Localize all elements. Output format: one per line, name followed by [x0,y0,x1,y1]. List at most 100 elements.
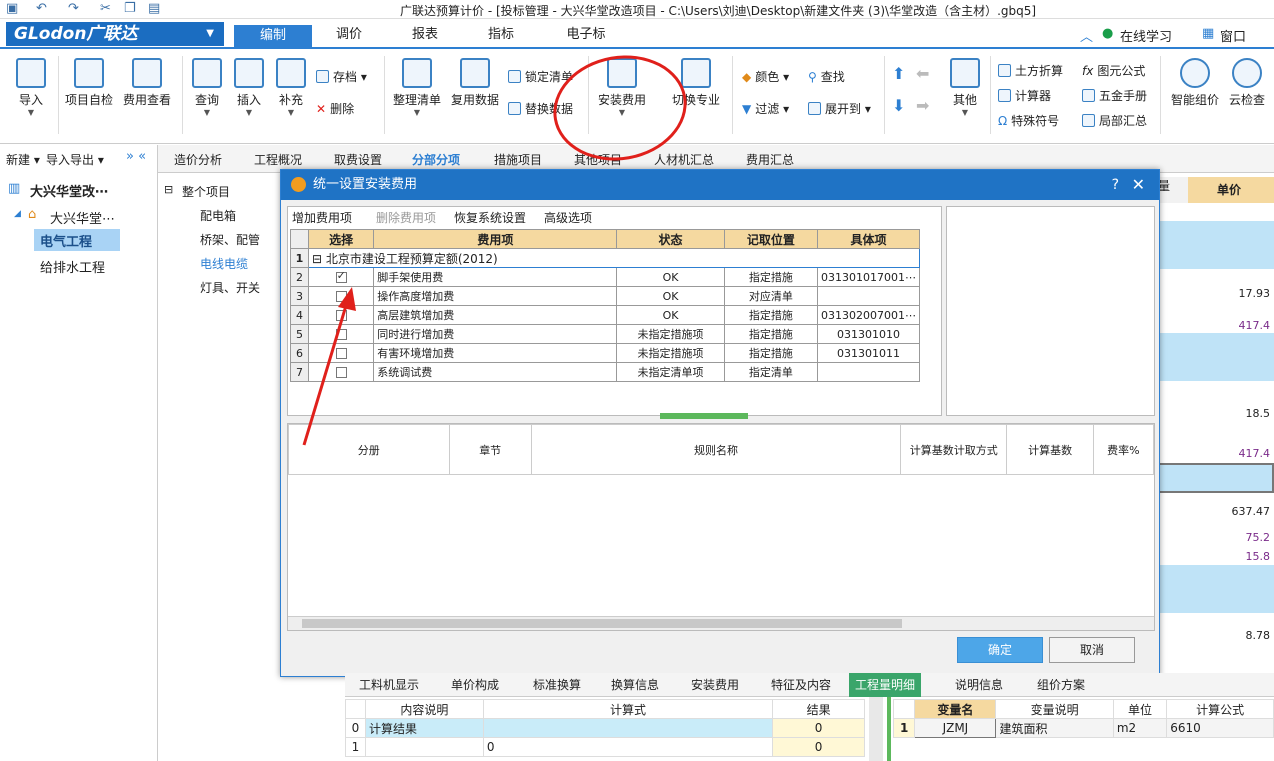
tab-standard-conversion[interactable]: 标准换算 [533,676,581,693]
smart-price-button[interactable]: 智能组价 [1168,58,1222,108]
move-right-icon[interactable]: ➡ [916,96,929,115]
grid-cell[interactable]: 417.4 [1154,447,1274,460]
position-cell[interactable]: 指定清单 [723,362,818,382]
tab-project-overview[interactable]: 工程概况 [254,151,302,168]
scrollbar-thumb[interactable] [302,619,902,628]
save-archive-button[interactable]: 存档 ▾ [316,68,367,85]
query-button[interactable]: 查询 ▼ [188,58,226,117]
organize-list-button[interactable]: 整理清单 ▼ [390,58,444,117]
move-down-icon[interactable]: ⬇ [892,96,905,115]
restore-system-button[interactable]: 恢复系统设置 [454,209,526,226]
desc-cell[interactable] [364,737,484,757]
hardware-manual-button[interactable]: 五金手册 [1082,87,1147,104]
tab-adjust-price[interactable]: 调价 [316,24,382,48]
help-button[interactable]: ? [1112,170,1119,200]
table-row-group[interactable]: 1 ⊟ 北京市建设工程预算定额(2012) [290,248,921,268]
redo-icon[interactable]: ↷ [68,1,79,16]
table-row[interactable]: 2 脚手架使用费 OK 指定措施 031301017001⋯ [290,267,921,287]
save-icon[interactable]: ▣ [6,1,18,16]
specific-item-cell[interactable] [816,286,921,306]
tree-node-distribution-box[interactable]: 配电箱 [200,207,236,224]
table-row[interactable]: 4 高层建筑增加费 OK 指定措施 031302007001⋯ [290,305,921,325]
position-cell[interactable]: 对应清单 [723,286,818,306]
collapse-box-icon[interactable]: ⊟ [164,183,173,196]
splitter-bar[interactable] [869,697,883,761]
grid-cell[interactable]: 417.4 [1154,319,1274,332]
grid-cell[interactable]: 8.78 [1154,629,1274,642]
tree-project[interactable]: 大兴华堂改⋯ [30,181,108,200]
table-row[interactable]: 3 操作高度增加费 OK 对应清单 [290,286,921,306]
specific-item-cell[interactable] [816,362,921,382]
move-up-icon[interactable]: ⬆ [892,64,905,83]
tab-pricing-plan[interactable]: 组价方案 [1037,676,1085,693]
tree-node-wire-cable[interactable]: 电线电缆 [200,255,248,272]
tab-install-fee[interactable]: 安装费用 [691,676,739,693]
grid-cell[interactable]: 75.2 [1154,531,1274,544]
group-cell[interactable]: ⊟ 北京市建设工程预算定额(2012) [307,248,921,268]
formula-cell[interactable] [482,718,774,738]
ok-button[interactable]: 确定 [957,637,1043,663]
other-button[interactable]: 其他 ▼ [946,58,984,117]
new-button[interactable]: 新建 ▾ [6,151,40,168]
tree-node-tray-conduit[interactable]: 桥架、配管 [200,231,260,248]
position-cell[interactable]: 指定措施 [723,343,818,363]
element-formula-button[interactable]: fx 图元公式 [1082,62,1145,79]
copy-icon[interactable]: ❐ [124,1,136,16]
table-row[interactable]: 1 JZMJ 建筑面积 m2 6610 [892,718,1274,738]
color-button[interactable]: ◆ 颜色 ▾ [742,68,789,85]
tab-quantity-detail[interactable]: 工程量明细 [849,673,922,697]
tab-features[interactable]: 特征及内容 [771,676,831,693]
table-row[interactable]: 6 有害环境增加费 未指定措施项 指定措施 031301011 [290,343,921,363]
horizontal-scrollbar[interactable] [288,616,1154,630]
grid-cell[interactable]: 18.5 [1154,407,1274,420]
variable-formula-cell[interactable]: 6610 [1166,718,1274,738]
import-button[interactable]: 导入 ▼ [10,58,52,117]
cut-icon[interactable]: ✂ [100,1,111,16]
add-fee-item-button[interactable]: 增加费用项 [292,209,352,226]
import-export-button[interactable]: 导入导出 ▾ [46,151,104,168]
tab-conversion-info[interactable]: 换算信息 [611,676,659,693]
reuse-data-button[interactable]: 复用数据 [448,58,502,108]
collapse-ribbon-icon[interactable]: ︿ [1080,26,1093,45]
online-learning-button[interactable]: 在线学习 [1120,26,1172,45]
partial-sum-button[interactable]: 局部汇总 [1082,112,1147,129]
tab-report[interactable]: 报表 [392,24,458,48]
tab-measures[interactable]: 措施项目 [494,151,542,168]
tab-cost-analysis[interactable]: 造价分析 [174,151,222,168]
cancel-button[interactable]: 取消 [1049,637,1135,663]
tab-fee-summary[interactable]: 费用汇总 [746,151,794,168]
delete-button[interactable]: ✕ 删除 [316,100,354,117]
self-check-button[interactable]: 项目自检 [62,58,116,108]
tab-labor-material[interactable]: 人材机汇总 [654,151,714,168]
tree-root-all[interactable]: 整个项目 [182,183,230,200]
cloud-check-button[interactable]: 云检查 [1224,58,1270,108]
select-cell[interactable] [307,267,375,287]
row-checkbox[interactable] [335,269,347,283]
tree-subproject[interactable]: 大兴华堂⋯ [50,208,115,227]
undo-icon[interactable]: ↶ [36,1,47,16]
tab-edit[interactable]: 编制 [234,25,312,49]
desc-cell[interactable]: 计算结果 [364,718,484,738]
tab-description-info[interactable]: 说明信息 [955,676,1003,693]
calculator-button[interactable]: 计算器 [998,87,1051,104]
remove-fee-item-button[interactable]: 删除费用项 [376,209,436,226]
fee-view-button[interactable]: 费用查看 [120,58,174,108]
find-button[interactable]: ⚲ 查找 [808,68,845,85]
position-cell[interactable]: 指定措施 [723,305,818,325]
tab-fee-settings[interactable]: 取费设置 [334,151,382,168]
grid-cell[interactable]: 637.47 [1154,505,1274,518]
window-menu[interactable]: 窗口 [1220,26,1246,45]
formula-cell[interactable]: 0 [482,737,774,757]
table-row[interactable]: 0 计算结果 0 [345,718,865,738]
position-cell[interactable]: 指定措施 [723,324,818,344]
special-char-button[interactable]: Ω 特殊符号 [998,112,1059,129]
position-cell[interactable]: 指定措施 [723,267,818,287]
splitter-handle[interactable] [660,413,748,419]
tab-labor-material-display[interactable]: 工料机显示 [359,676,419,693]
expand-triangle-icon[interactable]: ◢ [14,209,21,219]
close-button[interactable]: ✕ [1132,170,1145,200]
supplement-button[interactable]: 补充 ▼ [272,58,310,117]
variable-name-cell[interactable]: JZMJ [914,718,997,738]
specific-item-cell[interactable]: 031301017001⋯ [816,267,921,287]
advanced-options-button[interactable]: 高级选项 [544,209,592,226]
